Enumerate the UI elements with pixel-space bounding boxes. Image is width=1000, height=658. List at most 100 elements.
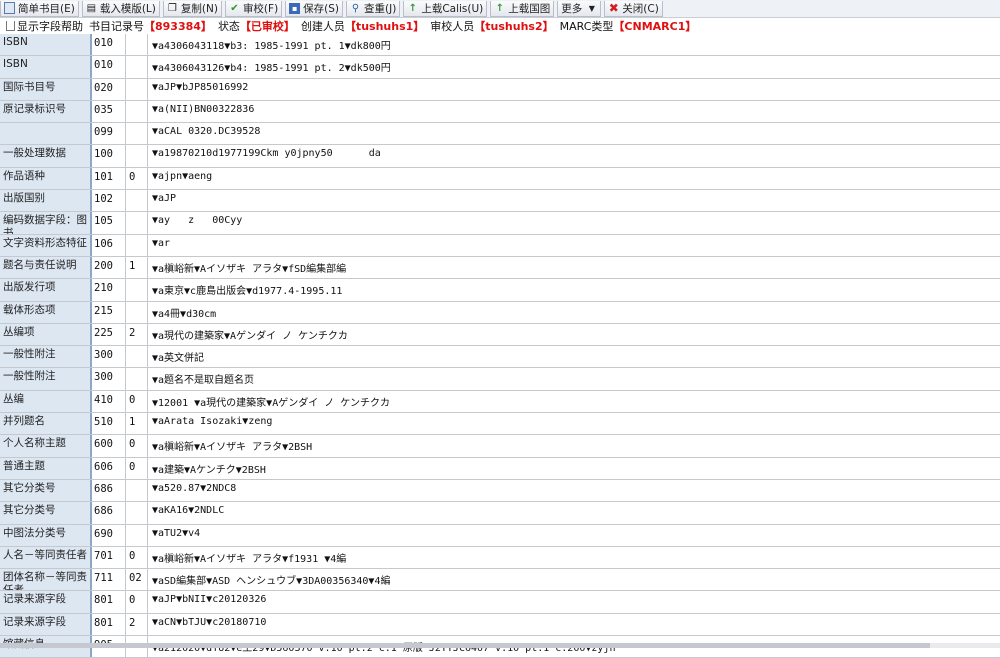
field-value[interactable]: ▼12001 ▼a現代の建築家▼Aゲンダイ ノ ケンチクカ (148, 391, 1000, 412)
field-row[interactable]: 个人名称主题 600 0 ▼a槇峪新▼Aイソザキ アラタ▼2BSH (0, 435, 1000, 458)
field-tag[interactable]: 510 (92, 413, 126, 435)
field-row[interactable]: 原记录标识号 035 ▼a(NII)BN00322836 (0, 100, 1000, 124)
toolbar-button-8[interactable]: 更多 ▼ (557, 0, 602, 17)
field-value[interactable]: ▼aCN▼bTJU▼c20180710 (148, 614, 1000, 635)
field-tag[interactable]: 801 (92, 591, 126, 613)
field-tag[interactable]: 686 (92, 502, 126, 524)
field-indicator[interactable] (126, 190, 148, 212)
field-row[interactable]: 出版国别 102 ▼aJP (0, 190, 1000, 213)
field-value[interactable]: ▼a東京▼c鹿島出版会▼d1977.4-1995.11 (148, 279, 1000, 300)
field-row[interactable]: 并列题名 510 1 ▼aArata Isozaki▼zeng (0, 413, 1000, 436)
field-indicator[interactable] (126, 123, 148, 145)
field-value[interactable]: ▼a题名不是取自题名页 (148, 368, 1000, 389)
field-row[interactable]: 载体形态项 215 ▼a4冊▼d30cm (0, 301, 1000, 324)
field-row[interactable]: 一般处理数据 100 ▼a19870210d1977199Ckm y0jpny50 … (0, 145, 1000, 168)
field-value[interactable]: ▼ay z 00Cyy (148, 212, 1000, 233)
field-value[interactable]: ▼a英文併記 (148, 346, 1000, 367)
field-row[interactable]: 099 ▼aCAL 0320.DC39528 (0, 123, 1000, 146)
field-row[interactable]: 记录来源字段 801 2 ▼aCN▼bTJU▼c20180710 (0, 613, 1000, 637)
field-indicator[interactable] (126, 368, 148, 390)
field-tag[interactable]: 606 (92, 457, 126, 479)
field-indicator[interactable]: 2 (126, 323, 148, 346)
field-indicator[interactable] (126, 100, 148, 123)
field-value[interactable]: ▼aArata Isozaki▼zeng (148, 413, 1000, 434)
field-value[interactable]: ▼a現代の建築家▼Aゲンダイ ノ ケンチクカ (148, 324, 1000, 345)
field-tag[interactable]: 300 (92, 368, 126, 390)
field-row[interactable]: 丛编 410 0 ▼12001 ▼a現代の建築家▼Aゲンダイ ノ ケンチクカ (0, 390, 1000, 414)
field-indicator[interactable] (126, 56, 148, 78)
field-tag[interactable]: 100 (92, 145, 126, 167)
field-tag[interactable]: 410 (92, 390, 126, 413)
field-value[interactable]: ▼aTU2▼v4 (148, 525, 1000, 546)
field-value[interactable]: ▼a(NII)BN00322836 (148, 101, 1000, 122)
field-tag[interactable]: 701 (92, 546, 126, 569)
toolbar-button-7[interactable]: ↑ 上载国图 (490, 0, 555, 17)
field-tag[interactable]: 010 (92, 34, 126, 56)
field-tag[interactable]: 300 (92, 346, 126, 368)
scrollbar-thumb[interactable] (0, 643, 930, 648)
field-indicator[interactable] (126, 479, 148, 502)
field-value[interactable]: ▼ajpn▼aeng (148, 168, 1000, 189)
field-row[interactable]: 编码数据字段：图书 105 ▼ay z 00Cyy (0, 212, 1000, 235)
field-value[interactable]: ▼a4306043118▼b3: 1985-1991 pt. 1▼dk800円 (148, 34, 1000, 55)
field-value[interactable]: ▼a520.87▼2NDC8 (148, 480, 1000, 501)
field-indicator[interactable] (126, 524, 148, 546)
field-row[interactable]: 中图法分类号 690 ▼aTU2▼v4 (0, 524, 1000, 547)
field-indicator[interactable]: 0 (126, 591, 148, 613)
field-row[interactable]: 作品语种 101 0 ▼ajpn▼aeng (0, 167, 1000, 191)
field-row[interactable]: 国际书目号 020 ▼aJP▼bJP85016992 (0, 78, 1000, 101)
toolbar-button-1[interactable]: ▤ 载入模版(L) (81, 0, 160, 17)
toolbar-button-2[interactable]: ❐ 复制(N) (162, 0, 222, 17)
field-indicator[interactable] (126, 346, 148, 368)
field-tag[interactable]: 105 (92, 212, 126, 234)
field-row[interactable]: 一般性附注 300 ▼a题名不是取自题名页 (0, 368, 1000, 391)
field-indicator[interactable]: 1 (126, 256, 148, 279)
field-value[interactable]: ▼a槇峪新▼Aイソザキ アラタ▼2BSH (148, 435, 1000, 456)
field-row[interactable]: 一般性附注 300 ▼a英文併記 (0, 346, 1000, 369)
field-indicator[interactable] (126, 78, 148, 100)
field-tag[interactable]: 210 (92, 279, 126, 301)
field-indicator[interactable]: 2 (126, 613, 148, 636)
field-indicator[interactable] (126, 34, 148, 56)
field-indicator[interactable]: 0 (126, 457, 148, 479)
field-indicator[interactable] (126, 279, 148, 301)
field-value[interactable]: ▼aCAL 0320.DC39528 (148, 123, 1000, 144)
field-row[interactable]: 其它分类号 686 ▼aKA16▼2NDLC (0, 502, 1000, 525)
field-tag[interactable]: 215 (92, 301, 126, 323)
field-tag[interactable]: 101 (92, 167, 126, 190)
field-value[interactable]: ▼aJP (148, 190, 1000, 211)
field-value[interactable]: ▼a4冊▼d30cm (148, 302, 1000, 323)
field-row[interactable]: 其它分类号 686 ▼a520.87▼2NDC8 (0, 479, 1000, 503)
field-tag[interactable]: 711 (92, 569, 126, 591)
field-tag[interactable]: 106 (92, 234, 126, 256)
toolbar-button-6[interactable]: ↑ 上载Calis(U) (403, 0, 488, 17)
field-value[interactable]: ▼a槇峪新▼Aイソザキ アラタ▼fSD編集部編 (148, 257, 1000, 278)
toolbar-button-5[interactable]: ⚲ 查重(J) (346, 0, 401, 17)
field-value[interactable]: ▼aJP▼bNII▼c20120326 (148, 591, 1000, 612)
field-tag[interactable]: 801 (92, 613, 126, 636)
field-row[interactable]: 出版发行项 210 ▼a東京▼c鹿島出版会▼d1977.4-1995.11 (0, 279, 1000, 302)
field-value[interactable]: ▼aKA16▼2NDLC (148, 502, 1000, 523)
field-tag[interactable]: 035 (92, 100, 126, 123)
toolbar-button-9[interactable]: ✖ 关闭(C) (604, 0, 663, 17)
field-indicator[interactable] (126, 502, 148, 524)
field-indicator[interactable]: 0 (126, 435, 148, 457)
field-value[interactable]: ▼a槇峪新▼Aイソザキ アラタ▼f1931 ▼4編 (148, 547, 1000, 568)
field-tag[interactable]: 102 (92, 190, 126, 212)
field-value[interactable]: ▼aSD編集部▼ASD ヘンシュウブ▼3DA00356340▼4編 (148, 569, 1000, 590)
field-tag[interactable]: 020 (92, 78, 126, 100)
field-tag[interactable]: 010 (92, 56, 126, 78)
field-row[interactable]: 人名－等同责任者 701 0 ▼a槇峪新▼Aイソザキ アラタ▼f1931 ▼4編 (0, 546, 1000, 570)
field-indicator[interactable] (126, 145, 148, 167)
field-indicator[interactable] (126, 301, 148, 323)
field-row[interactable]: ISBN 010 ▼a4306043126▼b4: 1985-1991 pt. 2▼… (0, 56, 1000, 79)
field-tag[interactable]: 686 (92, 479, 126, 502)
field-indicator[interactable]: 0 (126, 167, 148, 190)
toolbar-button-4[interactable]: ▪ 保存(S) (285, 0, 344, 17)
field-value[interactable]: ▼aJP▼bJP85016992 (148, 79, 1000, 100)
field-indicator[interactable]: 0 (126, 390, 148, 413)
show-help-label[interactable]: 显示字段帮助 (17, 18, 83, 34)
field-tag[interactable]: 225 (92, 323, 126, 346)
field-value[interactable]: ▼a建築▼Aケンチク▼2BSH (148, 458, 1000, 479)
field-indicator[interactable]: 0 (126, 546, 148, 569)
